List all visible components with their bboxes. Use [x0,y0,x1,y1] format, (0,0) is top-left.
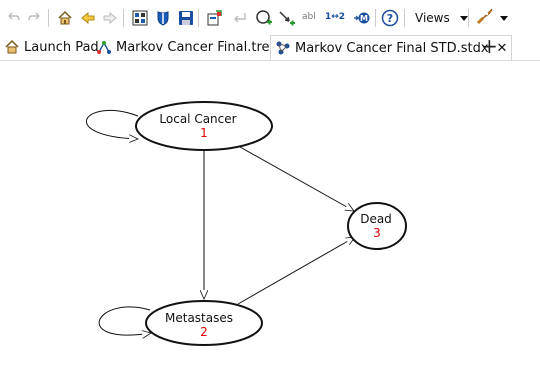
back-icon[interactable] [78,8,98,28]
node-local-cancer[interactable]: Local Cancer 1 [135,101,273,151]
rocket-icon[interactable] [474,7,494,27]
svg-text:?: ? [387,12,393,25]
node-number: 3 [373,226,381,240]
add-tab-button[interactable]: + [481,35,498,57]
node-label: Local Cancer [159,112,236,126]
views-dropdown[interactable]: Views [415,8,450,28]
node-dead[interactable]: Dead 3 [347,202,407,250]
forward-icon[interactable] [100,8,120,28]
text-tool-button[interactable]: abl [302,7,316,27]
toolbar-divider [48,9,49,27]
edge-local-to-dead[interactable] [239,146,354,211]
self-loop-local-cancer[interactable] [85,109,138,139]
node-number: 1 [200,126,208,140]
tab-label: Launch Pad [24,39,99,55]
state-diagram-canvas[interactable]: Local Cancer 1 Metastases 2 Dead 3 [0,61,540,381]
shield-icon[interactable] [153,8,173,28]
image-icon[interactable] [130,8,150,28]
sequence-button[interactable]: 1↔2 [325,7,345,27]
self-loop-metastases[interactable] [98,306,151,335]
save-icon[interactable] [176,8,196,28]
tab-label: Markov Cancer Final STD.stdx [295,40,489,56]
undo-icon[interactable] [3,8,23,28]
close-icon[interactable]: ✕ [497,41,508,56]
add-arrow-icon[interactable] [277,8,297,28]
diagram-icon [275,40,291,56]
node-label: Dead [360,212,392,226]
chevron-down-icon[interactable] [494,8,514,28]
node-label: Metastases [165,311,233,325]
state-diagram-svg: Local Cancer 1 Metastases 2 Dead 3 [85,101,407,346]
tab-bar: Launch Pad Markov Cancer Final.trex Mark… [0,34,540,61]
toolbar-divider [404,9,405,27]
chevron-down-icon[interactable] [454,8,474,28]
tab-label: Markov Cancer Final.trex [116,39,277,55]
add-node-icon[interactable] [254,8,274,28]
home-icon[interactable] [55,8,75,28]
tab-markov-trex[interactable]: Markov Cancer Final.trex [96,36,277,58]
home-icon [4,39,20,55]
tab-markov-stdx[interactable]: Markov Cancer Final STD.stdx ✕ [270,35,513,60]
toolbar-divider [198,9,199,27]
node-metastases[interactable]: Metastases 2 [145,300,263,346]
edge-metastases-to-dead[interactable] [237,237,355,305]
tab-launch-pad[interactable]: Launch Pad [4,36,99,58]
undo-arrow-icon[interactable] [230,8,250,28]
tree-icon [96,39,112,55]
toolbar-divider [468,9,469,27]
main-toolbar: abl 1↔2 M ? Views [0,0,540,34]
svg-text:M: M [360,14,368,23]
markov-icon[interactable]: M [352,8,372,28]
toolbar-divider [123,9,124,27]
redo-icon[interactable] [25,8,45,28]
toolbar-divider [375,9,376,27]
export-icon[interactable] [204,8,224,28]
node-number: 2 [200,325,208,339]
help-icon[interactable]: ? [380,8,400,28]
